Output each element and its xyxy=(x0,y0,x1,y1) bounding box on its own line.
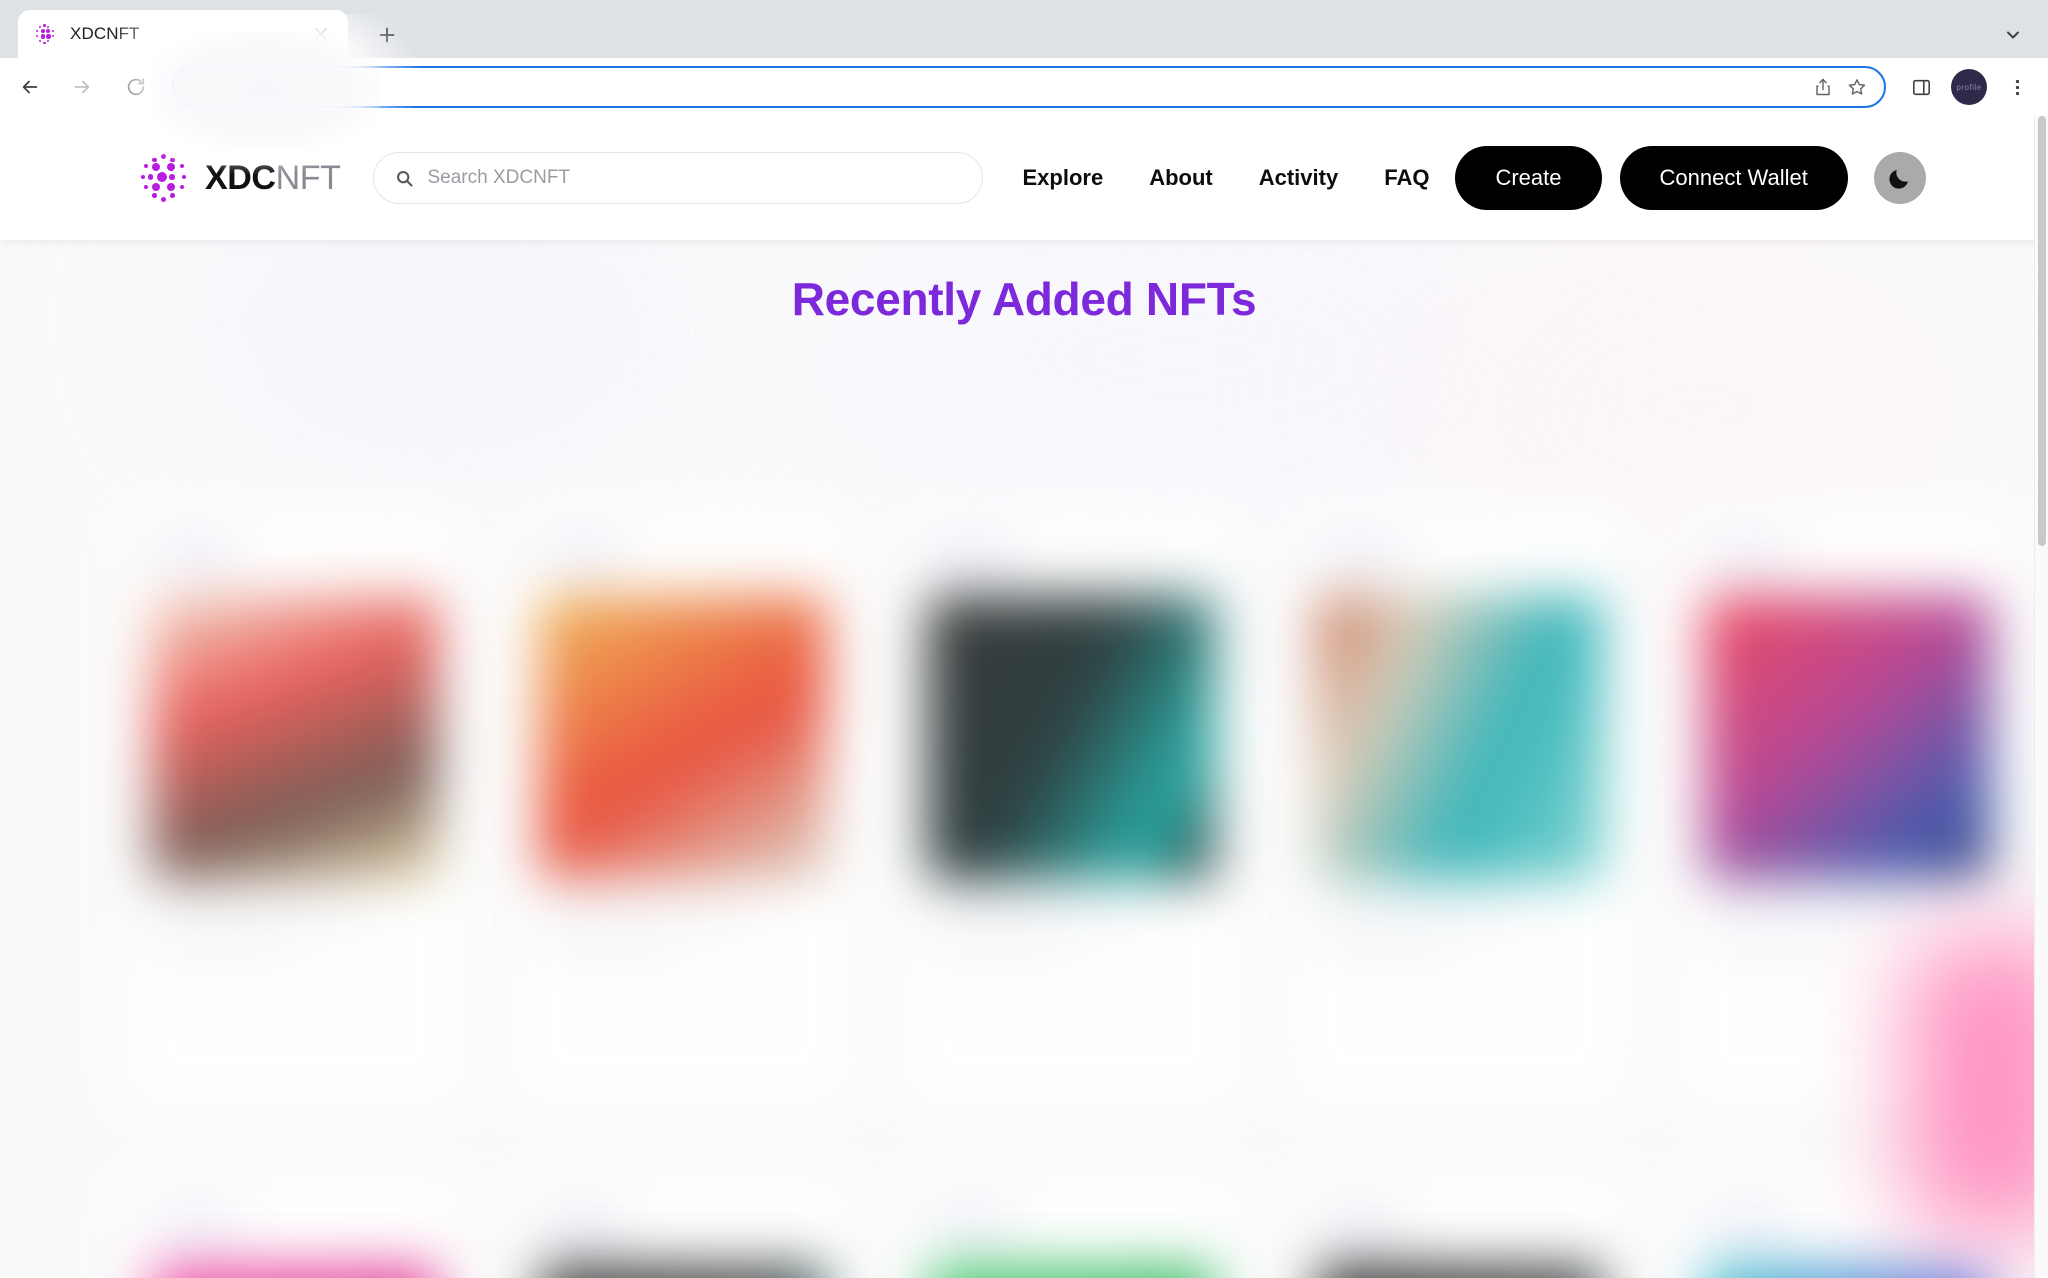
plus-icon xyxy=(379,27,395,43)
nft-price-placeholder xyxy=(1703,937,1837,953)
new-tab-button[interactable] xyxy=(370,18,404,52)
browser-menu-button[interactable] xyxy=(1996,66,2038,108)
browser-window: XDCNFT profile XDCNFT Search XDCNFT Expl… xyxy=(0,0,2048,1278)
reload-button[interactable] xyxy=(114,65,158,109)
theme-toggle-button[interactable] xyxy=(1873,152,1926,204)
nav-link-about[interactable]: About xyxy=(1149,165,1213,191)
tab-search-button[interactable] xyxy=(1996,18,2030,52)
nft-badge xyxy=(1315,542,1404,572)
nav-link-explore[interactable]: Explore xyxy=(1023,165,1104,191)
nft-title-placeholder xyxy=(927,903,1135,923)
nft-badge xyxy=(1703,1212,1792,1242)
arrow-left-icon xyxy=(22,80,38,94)
avatar[interactable]: profile xyxy=(1951,69,1987,105)
nft-card[interactable] xyxy=(1289,1176,1630,1278)
nft-badge xyxy=(151,542,239,572)
star-icon[interactable] xyxy=(1840,70,1874,104)
xdcnft-dots-logo-icon xyxy=(140,154,188,202)
page-scrollbar[interactable] xyxy=(2034,116,2048,1278)
page-viewport: XDCNFT Explore About Activity FAQ Create xyxy=(0,116,2048,1278)
nav-link-activity[interactable]: Activity xyxy=(1259,165,1338,191)
brand-logo[interactable]: XDCNFT xyxy=(140,154,341,202)
nft-artwork xyxy=(151,596,440,881)
search-icon xyxy=(394,167,416,189)
address-bar[interactable] xyxy=(172,66,1886,108)
forward-button[interactable] xyxy=(60,65,104,109)
brand-light: NFT xyxy=(275,158,341,197)
nft-price-placeholder xyxy=(1315,937,1449,953)
arrow-right-icon xyxy=(74,80,90,94)
nft-badge xyxy=(927,1212,1016,1242)
nft-card[interactable] xyxy=(125,506,466,1106)
page-title: Recently Added NFTs xyxy=(791,273,1257,325)
toolbar-right-group: profile xyxy=(1898,66,2048,108)
nft-artwork xyxy=(539,1266,828,1278)
xdcnft-dots-icon xyxy=(34,23,56,45)
site-header: XDCNFT Explore About Activity FAQ Create xyxy=(0,116,2048,240)
search-input[interactable] xyxy=(427,167,962,189)
nft-price-placeholder xyxy=(539,937,672,953)
nft-card[interactable] xyxy=(513,1176,854,1278)
edge-gradient-accent xyxy=(1908,936,2048,1236)
side-panel-icon xyxy=(1912,79,1930,95)
close-icon[interactable] xyxy=(308,21,334,47)
nft-artwork xyxy=(539,596,828,881)
header-actions: Create Connect Wallet xyxy=(1455,146,1926,210)
nft-card[interactable] xyxy=(513,506,854,1106)
nft-artwork xyxy=(1703,596,1992,881)
nft-artwork xyxy=(1315,596,1604,881)
tab-title: XDCNFT xyxy=(70,24,140,43)
tab-strip: XDCNFT xyxy=(0,0,2048,58)
nft-card[interactable] xyxy=(125,1176,466,1278)
nft-badge xyxy=(539,542,628,572)
nft-badge xyxy=(151,1212,239,1242)
browser-toolbar: profile xyxy=(0,58,2048,116)
nft-grid-row-2 xyxy=(125,1176,2018,1278)
nft-price-placeholder xyxy=(927,937,1060,953)
avatar-label: profile xyxy=(1956,82,1982,92)
nft-title-placeholder xyxy=(1703,903,1912,923)
three-dot-menu-icon xyxy=(2015,79,2019,95)
moon-icon xyxy=(1889,170,1908,189)
site-nav: Explore About Activity FAQ xyxy=(1023,165,1430,191)
nft-artwork xyxy=(1315,1266,1604,1278)
nft-title-placeholder xyxy=(151,903,359,923)
scrollbar-thumb[interactable] xyxy=(2038,116,2046,546)
brand-bold: XDC xyxy=(205,158,276,197)
nft-title-placeholder xyxy=(539,903,747,923)
nft-artwork xyxy=(927,596,1216,881)
nft-card[interactable] xyxy=(901,506,1242,1106)
chevron-down-icon xyxy=(2007,31,2019,39)
create-button[interactable]: Create xyxy=(1455,146,1602,210)
nft-artwork xyxy=(1703,1266,1992,1278)
nft-grid-row-1 xyxy=(125,506,2018,1106)
nft-badge xyxy=(927,542,1016,572)
nft-artwork xyxy=(927,1266,1216,1278)
nft-badge xyxy=(1703,542,1792,572)
nft-card[interactable] xyxy=(1289,506,1630,1106)
browser-tab[interactable]: XDCNFT xyxy=(18,10,348,58)
nft-card[interactable] xyxy=(901,1176,1242,1278)
back-button[interactable] xyxy=(8,65,52,109)
nav-link-faq[interactable]: FAQ xyxy=(1384,165,1429,191)
share-icon[interactable] xyxy=(1806,70,1840,104)
side-panel-button[interactable] xyxy=(1900,66,1942,108)
nft-artwork xyxy=(151,1266,440,1278)
site-search[interactable] xyxy=(372,152,983,204)
nft-badge xyxy=(539,1212,628,1242)
nft-badge xyxy=(1315,1212,1404,1242)
connect-wallet-button[interactable]: Connect Wallet xyxy=(1619,146,1848,210)
nft-title-placeholder xyxy=(1315,903,1524,923)
brand-wordmark: XDCNFT xyxy=(205,159,341,198)
nft-price-placeholder xyxy=(151,937,284,953)
reload-icon xyxy=(127,78,145,96)
